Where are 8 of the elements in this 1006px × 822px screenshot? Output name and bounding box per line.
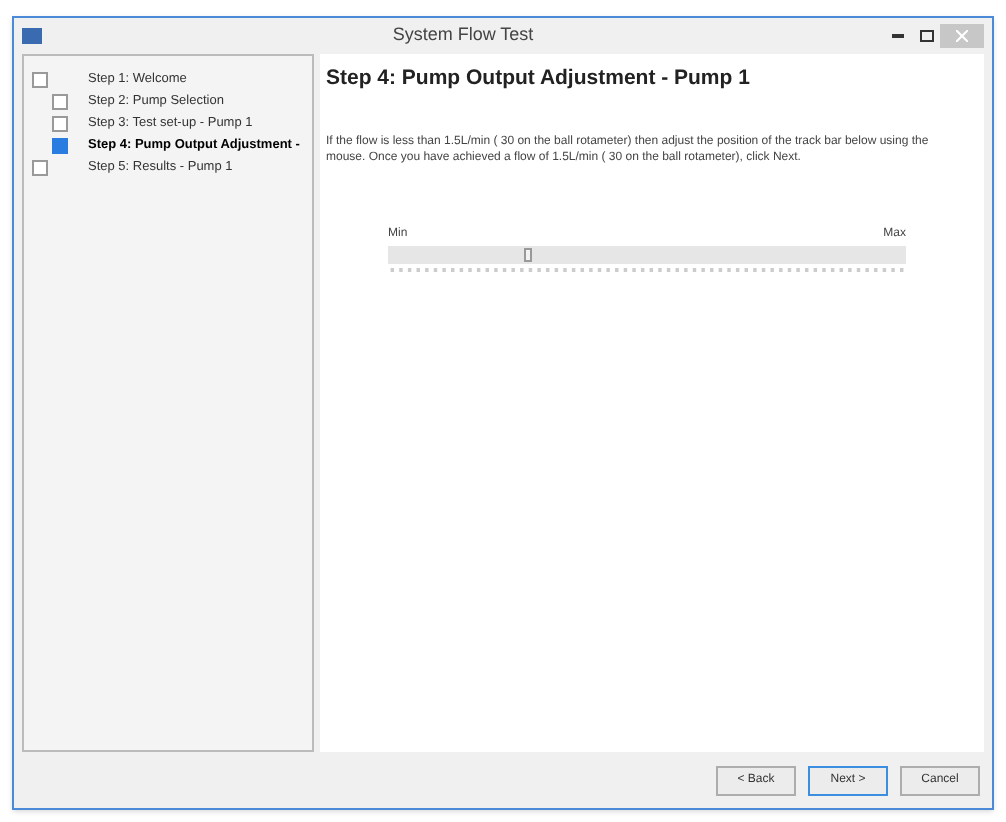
maximize-icon [919, 30, 933, 42]
step-heading: Step 4: Pump Output Adjustment - Pump 1 [326, 64, 752, 94]
window-title: System Flow Test [390, 22, 536, 49]
close-icon [956, 30, 968, 42]
slider-track[interactable] [388, 245, 906, 264]
app-icon [22, 28, 42, 44]
minimize-icon [892, 34, 904, 38]
slider-thumb[interactable] [523, 247, 532, 262]
